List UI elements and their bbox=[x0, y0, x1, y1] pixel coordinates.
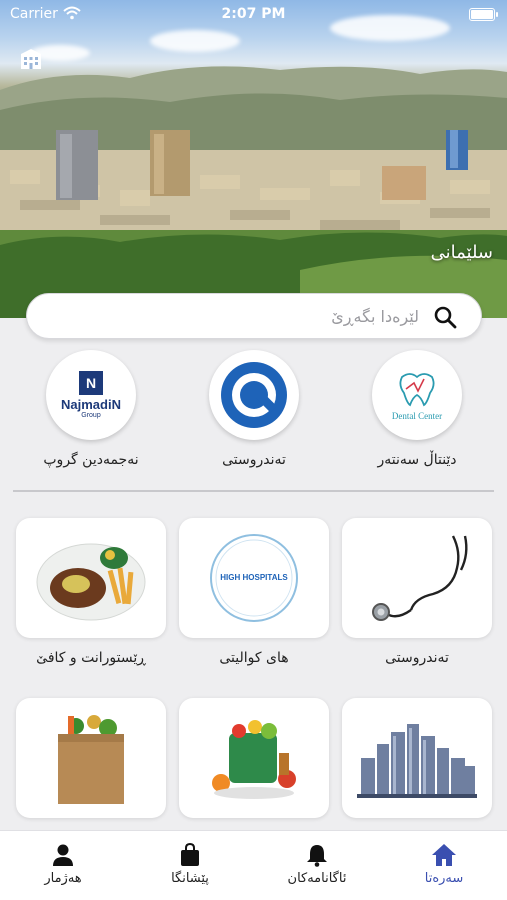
tab-notifications[interactable]: ئاگانامەکان bbox=[254, 831, 380, 900]
najmadin-logo-sub: Group bbox=[81, 412, 101, 419]
search-icon[interactable] bbox=[433, 305, 457, 329]
najmadin-logo-mark: N bbox=[81, 373, 101, 393]
featured-label: تەندروستی bbox=[222, 452, 286, 468]
stethoscope-icon bbox=[372, 535, 468, 621]
tab-exhibition[interactable]: پێشانگا bbox=[127, 831, 253, 900]
category-card-grocery-basket[interactable] bbox=[179, 698, 329, 830]
shopping-bag-icon bbox=[181, 843, 199, 866]
featured-item-dental[interactable]: Dental Center دێنتاڵ سەنتەر bbox=[352, 350, 482, 468]
featured-label: دێنتاڵ سەنتەر bbox=[377, 452, 457, 468]
dental-center-logo: Dental Center bbox=[372, 350, 462, 440]
category-label: ڕێستورانت و کافێ bbox=[36, 650, 146, 666]
hospital-logo-text: HIGH HOSPITALS bbox=[220, 573, 288, 582]
tab-label: پێشانگا bbox=[171, 871, 209, 886]
status-bar: Carrier 2:07 PM bbox=[0, 0, 507, 30]
hero-banner: Carrier 2:07 PM سلێمانی bbox=[0, 0, 507, 318]
battery-icon bbox=[469, 8, 498, 21]
category-label: تەندروستی bbox=[385, 650, 449, 666]
q-logo bbox=[209, 350, 299, 440]
grocery-bag-icon bbox=[58, 715, 124, 804]
najmadin-logo-text: NajmadiN bbox=[61, 397, 121, 412]
bell-icon bbox=[307, 845, 327, 867]
city-buildings-icon bbox=[357, 724, 477, 798]
featured-item-najmadin[interactable]: N NajmadiN Group نەجمەدین گروپ bbox=[26, 350, 156, 468]
category-card-health[interactable]: تەندروستی bbox=[342, 518, 492, 666]
building-icon[interactable] bbox=[19, 48, 43, 70]
tooth-icon bbox=[399, 373, 435, 407]
search-input[interactable] bbox=[59, 294, 419, 338]
category-card-city[interactable] bbox=[342, 698, 492, 830]
tab-account[interactable]: هەژمار bbox=[0, 831, 126, 900]
featured-item-health-q[interactable]: تەندروستی bbox=[189, 350, 319, 468]
tab-label: سەرەتا bbox=[424, 871, 464, 886]
najmadin-logo: N NajmadiN Group bbox=[46, 350, 136, 440]
tab-label: ئاگانامەکان bbox=[287, 871, 347, 886]
city-skyline-graphic bbox=[0, 130, 507, 318]
city-name: سلێمانی bbox=[430, 242, 493, 263]
q-logo-icon bbox=[221, 362, 287, 428]
category-card-grocery-bag[interactable] bbox=[16, 698, 166, 830]
tab-home[interactable]: سەرەتا bbox=[381, 831, 507, 900]
tab-bar: هەژمار پێشانگا ئاگانامەکان سەرەتا bbox=[0, 830, 507, 900]
clock: 2:07 PM bbox=[221, 6, 286, 22]
tab-label: هەژمار bbox=[44, 871, 82, 886]
food-plate-icon bbox=[36, 543, 146, 621]
grocery-basket-icon bbox=[212, 720, 296, 799]
featured-list: N NajmadiN Group نەجمەدین گروپ تەندروستی bbox=[0, 350, 507, 475]
person-icon bbox=[53, 844, 73, 866]
section-divider bbox=[13, 490, 494, 492]
category-label: های کوالیتی bbox=[219, 650, 289, 666]
category-card-high-quality[interactable]: HIGH HOSPITALS های کوالیتی bbox=[179, 518, 329, 666]
featured-label: نەجمەدین گروپ bbox=[43, 452, 139, 468]
category-card-restaurant[interactable]: ڕێستورانت و کافێ bbox=[16, 518, 166, 666]
home-icon bbox=[432, 844, 456, 866]
dental-logo-text: Dental Center bbox=[391, 411, 443, 421]
search-bar[interactable] bbox=[26, 293, 482, 339]
